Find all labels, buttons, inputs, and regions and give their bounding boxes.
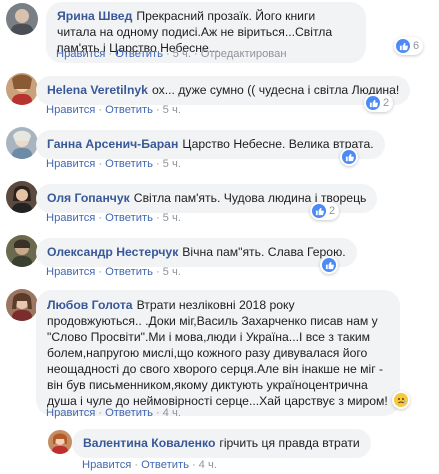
reaction-number: 2 bbox=[383, 97, 390, 109]
reaction-count[interactable]: 6 bbox=[394, 37, 424, 55]
timestamp[interactable]: 5 ч. bbox=[173, 48, 191, 60]
comment-bubble: Любов Голота Втрати незліковні 2018 року … bbox=[36, 290, 400, 416]
like-link[interactable]: Нравится bbox=[46, 104, 95, 116]
comment-actions: Нравится · Ответить · 5 ч. bbox=[46, 266, 181, 278]
comment-actions: Нравится · Ответить · 5 ч. bbox=[46, 212, 181, 224]
reaction-count[interactable] bbox=[392, 391, 410, 409]
comment-actions: Нравится · Ответить · 4 ч. bbox=[82, 459, 217, 471]
comment-actions: Нравится · Ответить · 5 ч. bbox=[46, 158, 181, 170]
like-icon bbox=[322, 258, 336, 272]
like-link[interactable]: Нравится bbox=[56, 48, 105, 60]
separator: · bbox=[98, 104, 103, 116]
separator: · bbox=[98, 158, 103, 170]
comment-actions: Нравится · Ответить · 5 ч. · Отредактирован bbox=[56, 48, 287, 60]
separator: · bbox=[98, 266, 103, 278]
edited-label[interactable]: Отредактирован bbox=[201, 48, 287, 60]
comment-actions: Нравится · Ответить · 4 ч. bbox=[46, 407, 181, 419]
avatar[interactable] bbox=[6, 3, 38, 35]
separator: · bbox=[155, 266, 160, 278]
separator: · bbox=[193, 48, 198, 60]
comment-bubble: Helena Veretilnyk ох... дуже сумно (( чуд… bbox=[36, 76, 411, 105]
reaction-count[interactable] bbox=[340, 148, 358, 166]
like-link[interactable]: Нравится bbox=[46, 266, 95, 278]
comment-text: Вічна пам"ять. Слава Герою. bbox=[182, 245, 346, 259]
reply-link[interactable]: Ответить bbox=[105, 266, 153, 278]
separator: · bbox=[134, 459, 139, 471]
comment-author[interactable]: Валентина Коваленко bbox=[83, 436, 215, 450]
comment-author[interactable]: Любов Голота bbox=[47, 298, 133, 312]
separator: · bbox=[155, 158, 160, 170]
comment-bubble: Олександр Нестерчук Вічна пам"ять. Слава … bbox=[36, 238, 357, 267]
reply-link[interactable]: Ответить bbox=[141, 459, 189, 471]
timestamp[interactable]: 5 ч. bbox=[163, 266, 181, 278]
reply-link[interactable]: Ответить bbox=[105, 407, 153, 419]
like-link[interactable]: Нравится bbox=[46, 158, 95, 170]
reaction-number: 6 bbox=[413, 40, 420, 52]
separator: · bbox=[98, 407, 103, 419]
like-icon bbox=[312, 204, 326, 218]
timestamp[interactable]: 5 ч. bbox=[163, 104, 181, 116]
comment-bubble: Ганна Арсенич-Баран Царство Небесне. Вели… bbox=[36, 130, 385, 159]
timestamp[interactable]: 4 ч. bbox=[199, 459, 217, 471]
avatar[interactable] bbox=[6, 73, 38, 105]
separator: · bbox=[155, 407, 160, 419]
comment-bubble: Валентина Коваленко гірчить ця правда втр… bbox=[72, 429, 371, 458]
comment-author[interactable]: Ярина Швед bbox=[57, 9, 132, 23]
avatar[interactable] bbox=[48, 430, 72, 454]
like-icon bbox=[396, 39, 410, 53]
separator: · bbox=[98, 212, 103, 224]
separator: · bbox=[191, 459, 196, 471]
timestamp[interactable]: 5 ч. bbox=[163, 212, 181, 224]
separator: · bbox=[155, 104, 160, 116]
avatar[interactable] bbox=[6, 181, 38, 213]
comment-author[interactable]: Ганна Арсенич-Баран bbox=[47, 137, 178, 151]
like-link[interactable]: Нравится bbox=[46, 212, 95, 224]
avatar[interactable] bbox=[6, 235, 38, 267]
comment-text: Втрати незліковні 2018 року продовжуютьс… bbox=[47, 298, 388, 408]
reply-link[interactable]: Ответить bbox=[105, 104, 153, 116]
comment-text: гірчить ця правда втрати bbox=[219, 436, 360, 450]
reaction-number: 2 bbox=[329, 205, 336, 217]
separator: · bbox=[165, 48, 170, 60]
comment-author[interactable]: Олександр Нестерчук bbox=[47, 245, 178, 259]
sad-icon bbox=[394, 393, 408, 407]
timestamp[interactable]: 5 ч. bbox=[163, 158, 181, 170]
reply-link[interactable]: Ответить bbox=[105, 212, 153, 224]
like-link[interactable]: Нравится bbox=[82, 459, 131, 471]
reaction-count[interactable] bbox=[320, 256, 338, 274]
comment-thread: Ярина Швед Прекрасний прозаїк. Його книги… bbox=[0, 0, 439, 474]
timestamp[interactable]: 4 ч. bbox=[163, 407, 181, 419]
separator: · bbox=[155, 212, 160, 224]
reply-link[interactable]: Ответить bbox=[115, 48, 163, 60]
comment-text: ох... дуже сумно (( чудесна і світла Люд… bbox=[151, 83, 400, 97]
like-icon bbox=[342, 150, 356, 164]
avatar[interactable] bbox=[6, 127, 38, 159]
avatar[interactable] bbox=[6, 289, 38, 321]
like-icon bbox=[366, 96, 380, 110]
separator: · bbox=[108, 48, 113, 60]
reaction-count[interactable]: 2 bbox=[364, 94, 394, 112]
comment-actions: Нравится · Ответить · 5 ч. bbox=[46, 104, 181, 116]
comment-author[interactable]: Оля Гопанчук bbox=[47, 191, 130, 205]
reaction-count[interactable]: 2 bbox=[310, 202, 340, 220]
reply-link[interactable]: Ответить bbox=[105, 158, 153, 170]
comment-author[interactable]: Helena Veretilnyk bbox=[47, 83, 148, 97]
like-link[interactable]: Нравится bbox=[46, 407, 95, 419]
